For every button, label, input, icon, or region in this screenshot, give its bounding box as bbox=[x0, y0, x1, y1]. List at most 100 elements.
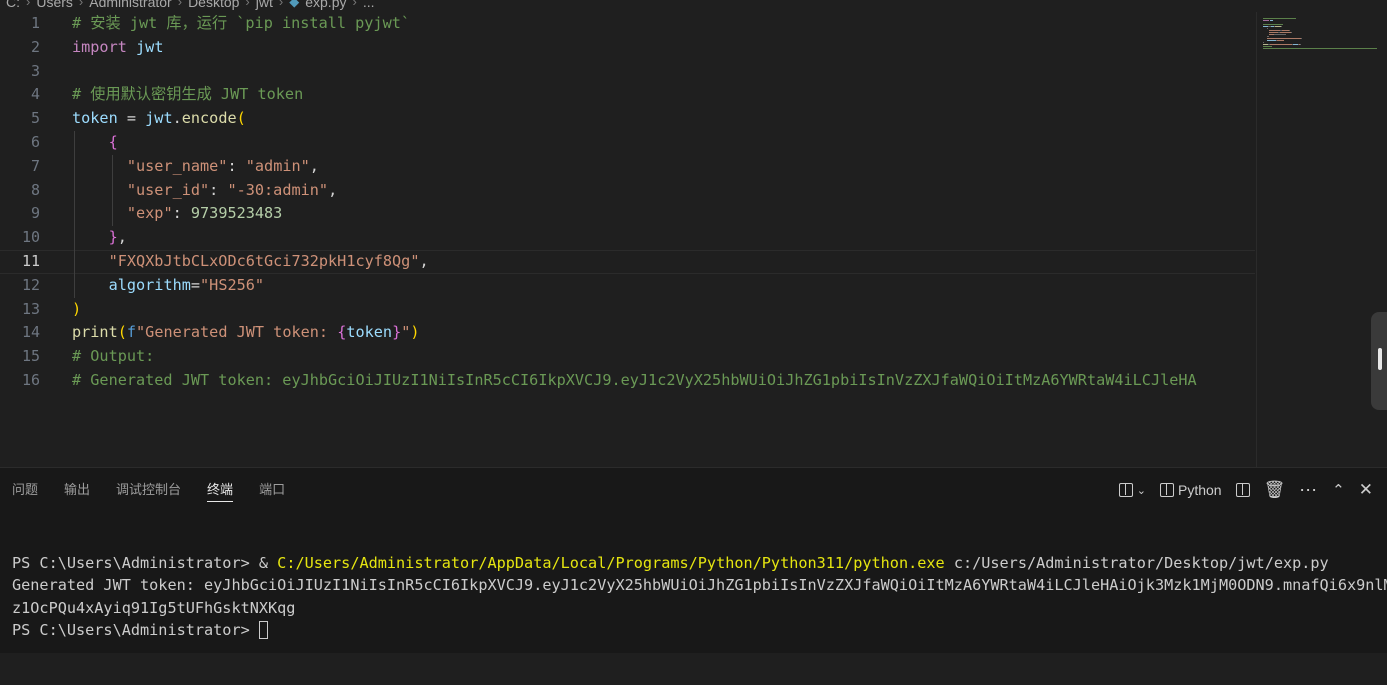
minimap-line bbox=[1263, 42, 1264, 43]
breadcrumb-item[interactable]: exp.py bbox=[305, 0, 346, 11]
minimap-line bbox=[1289, 30, 1290, 31]
line-number: 14 bbox=[21, 323, 40, 342]
code-line[interactable]: 13) bbox=[0, 298, 1255, 322]
breadcrumb-item[interactable]: jwt bbox=[256, 0, 273, 11]
line-number: 8 bbox=[30, 180, 40, 199]
code-token: { bbox=[337, 323, 347, 342]
terminal-line: PS C:\Users\Administrator> & C:/Users/Ad… bbox=[12, 552, 1387, 574]
tab-debug-console[interactable]: 调试控制台 bbox=[104, 468, 195, 512]
code-line[interactable]: 3 bbox=[0, 60, 1255, 84]
code-line[interactable]: 16 # Generated JWT token: eyJhbGciOiJIUzI… bbox=[0, 369, 1255, 393]
code-token: { bbox=[108, 133, 118, 151]
line-number: 4 bbox=[30, 85, 40, 104]
code-token: token bbox=[72, 109, 118, 128]
line-number: 5 bbox=[30, 109, 40, 128]
code-line[interactable]: 2 import jwt bbox=[0, 36, 1255, 60]
breadcrumb-separator: › bbox=[245, 0, 250, 9]
breadcrumb-item[interactable]: Desktop bbox=[188, 0, 239, 11]
code-line[interactable]: 6 { bbox=[0, 131, 1255, 155]
breadcrumb-item[interactable]: ... bbox=[363, 0, 375, 11]
tab-ports[interactable]: 端口 bbox=[247, 468, 299, 512]
code-line[interactable]: 14 print(f"Generated JWT token: {token}") bbox=[0, 321, 1255, 345]
minimap-line bbox=[1276, 34, 1286, 35]
terminal-output[interactable]: PS C:\Users\Administrator> & C:/Users/Ad… bbox=[12, 530, 1387, 685]
code-text: algorithm="HS256" bbox=[72, 274, 264, 298]
code-token: # Generated JWT token: eyJhbGciOiJIUzI1N… bbox=[72, 371, 1197, 389]
breadcrumb-item[interactable]: Users bbox=[36, 0, 73, 11]
terminal-arg: c:/Users/Administrator/Desktop/jwt/exp.p… bbox=[944, 554, 1329, 573]
split-terminal-icon bbox=[1118, 483, 1133, 497]
code-token: "HS256" bbox=[200, 275, 265, 294]
tab-terminal[interactable]: 终端 bbox=[195, 468, 247, 512]
code-text: "FXQXbJtbCLxODc6tGci732pkH1cyf8Qg", bbox=[72, 250, 429, 274]
code-token: encode bbox=[181, 109, 237, 128]
minimap-line bbox=[1270, 20, 1273, 21]
tab-output[interactable]: 输出 bbox=[52, 468, 104, 512]
code-token: : bbox=[227, 156, 246, 175]
line-number: 1 bbox=[30, 14, 40, 32]
code-text: # Generated JWT token: eyJhbGciOiJIUzI1N… bbox=[72, 369, 1197, 393]
code-line[interactable]: 15 # Output: bbox=[0, 345, 1255, 369]
minimap-line bbox=[1282, 30, 1289, 31]
minimap[interactable] bbox=[1256, 12, 1383, 467]
code-line[interactable]: 7 "user_name": "admin", bbox=[0, 155, 1255, 179]
code-token: = bbox=[117, 109, 146, 128]
line-number: 6 bbox=[30, 133, 40, 151]
line-number: 3 bbox=[30, 61, 40, 80]
breadcrumb: C: › Users › Administrator › Desktop › jwt › ◆ exp.… bbox=[6, 0, 375, 11]
code-token: ( bbox=[117, 323, 127, 342]
code-token: , bbox=[309, 156, 319, 175]
minimap-line bbox=[1301, 38, 1302, 39]
line-number: 9 bbox=[30, 204, 40, 223]
close-icon[interactable]: ✕ bbox=[1359, 480, 1373, 500]
minimap-line bbox=[1268, 36, 1269, 37]
terminal-prompt: PS C:\Users\Administrator> & bbox=[12, 554, 278, 573]
breadcrumb-item[interactable]: Administrator bbox=[89, 0, 171, 11]
terminal-profile-button[interactable]: Python bbox=[1159, 482, 1222, 498]
code-token: ) bbox=[72, 299, 82, 318]
minimap-line bbox=[1280, 32, 1291, 33]
new-terminal-split-button[interactable]: ⌄ bbox=[1118, 483, 1146, 497]
scrollbar-thumb[interactable] bbox=[1378, 348, 1382, 370]
minimap-line bbox=[1291, 32, 1292, 33]
more-icon[interactable]: ⋯ bbox=[1299, 480, 1318, 501]
minimap-line bbox=[1263, 46, 1272, 47]
terminal-cursor bbox=[258, 620, 268, 639]
line-number: 15 bbox=[21, 347, 40, 366]
code-text: # Output: bbox=[72, 345, 154, 369]
code-token: import bbox=[72, 37, 127, 56]
code-token: # 使用默认密钥生成 JWT token bbox=[72, 85, 304, 104]
tab-problems[interactable]: 问题 bbox=[0, 468, 52, 512]
code-token: . bbox=[172, 109, 182, 128]
terminal-prompt: PS C:\Users\Administrator> bbox=[12, 620, 259, 639]
code-line[interactable]: 9 "exp": 9739523483 bbox=[0, 202, 1255, 226]
code-line[interactable]: 1 # 安装 jwt 库，运行 `pip install pyjwt` bbox=[0, 12, 1255, 36]
breadcrumb-item[interactable]: C: bbox=[6, 0, 20, 11]
python-file-icon: ◆ bbox=[289, 0, 300, 9]
code-text: print(f"Generated JWT token: {token}") bbox=[72, 321, 420, 345]
code-line[interactable]: 5 token = jwt.encode( bbox=[0, 107, 1255, 131]
code-line[interactable]: 12 algorithm="HS256" bbox=[0, 274, 1255, 298]
code-text: "exp": 9739523483 bbox=[72, 202, 282, 226]
code-line[interactable]: 4 # 使用默认密钥生成 JWT token bbox=[0, 83, 1255, 107]
trash-icon[interactable]: 🗑 bbox=[1264, 480, 1286, 500]
code-token: } bbox=[392, 323, 402, 342]
maximize-panel-icon[interactable]: ⌃ bbox=[1332, 481, 1345, 499]
code-text: # 使用默认密钥生成 JWT token bbox=[72, 83, 303, 107]
bottom-panel: 问题 输出 调试控制台 终端 端口 ⌄ Python 🗑 ⋯ ⌃ ✕ PS C:\Use… bbox=[0, 467, 1387, 653]
code-token: : bbox=[172, 204, 191, 223]
code-editor[interactable]: 1 # 安装 jwt 库，运行 `pip install pyjwt` 2 impor… bbox=[0, 12, 1255, 467]
code-text: # 安装 jwt 库，运行 `pip install pyjwt` bbox=[72, 12, 410, 36]
code-token: # 安装 jwt 库，运行 `pip install pyjwt` bbox=[72, 14, 411, 32]
line-number: 13 bbox=[21, 299, 40, 318]
breadcrumb-separator: › bbox=[78, 0, 84, 9]
code-line[interactable]: 11 "FXQXbJtbCLxODc6tGci732pkH1cyf8Qg", bbox=[0, 250, 1255, 274]
code-text: }, bbox=[72, 226, 127, 250]
code-line[interactable]: 8 "user_id": "-30:admin", bbox=[0, 179, 1255, 203]
code-token: "-30:admin" bbox=[227, 180, 329, 199]
split-editor-button[interactable] bbox=[1235, 483, 1250, 497]
split-editor-icon bbox=[1235, 483, 1250, 497]
code-line[interactable]: 10 }, bbox=[0, 226, 1255, 250]
